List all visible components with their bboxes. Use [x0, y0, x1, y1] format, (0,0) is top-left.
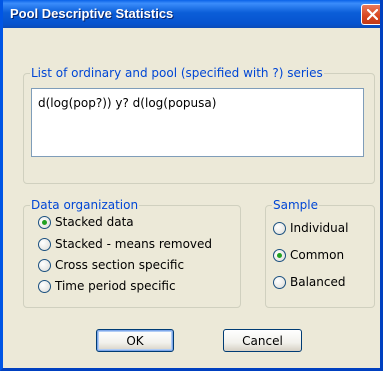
- radio-button[interactable]: [273, 248, 286, 262]
- radio-label: Cross section specific: [55, 258, 185, 272]
- close-icon: [367, 9, 378, 20]
- series-input[interactable]: d(log(pop?)) y? d(log(popusa): [31, 88, 364, 157]
- radio-label: Stacked - means removed: [55, 237, 213, 251]
- radio-label: Common: [290, 248, 345, 262]
- title-bar[interactable]: Pool Descriptive Statistics: [3, 0, 380, 28]
- radio-stacked-data[interactable]: Stacked data: [38, 213, 134, 231]
- radio-time-period-specific[interactable]: Time period specific: [38, 277, 176, 295]
- sample-legend: Sample: [273, 198, 318, 212]
- series-group: List of ordinary and pool (specified wit…: [23, 66, 375, 184]
- radio-button[interactable]: [273, 221, 286, 235]
- radio-button[interactable]: [38, 237, 51, 251]
- radio-common[interactable]: Common: [273, 246, 344, 264]
- ok-button[interactable]: OK: [96, 329, 174, 352]
- radio-button[interactable]: [273, 275, 286, 289]
- radio-label: Balanced: [290, 275, 346, 289]
- window-title: Pool Descriptive Statistics: [10, 6, 174, 21]
- radio-label: Time period specific: [55, 279, 176, 293]
- radio-individual[interactable]: Individual: [273, 219, 348, 237]
- radio-button[interactable]: [38, 215, 51, 229]
- dialog-window: Pool Descriptive Statistics List of ordi…: [0, 0, 383, 371]
- radio-cross-section-specific[interactable]: Cross section specific: [38, 256, 184, 274]
- radio-button[interactable]: [38, 258, 51, 272]
- series-group-legend: List of ordinary and pool (specified wit…: [31, 66, 323, 80]
- radio-stacked-means-removed[interactable]: Stacked - means removed: [38, 235, 212, 253]
- close-button[interactable]: [361, 4, 380, 25]
- radio-label: Stacked data: [55, 215, 134, 229]
- cancel-button[interactable]: Cancel: [223, 329, 302, 352]
- data-organization-legend: Data organization: [31, 198, 139, 212]
- radio-label: Individual: [290, 221, 349, 235]
- radio-balanced[interactable]: Balanced: [273, 273, 345, 291]
- radio-button[interactable]: [38, 279, 51, 293]
